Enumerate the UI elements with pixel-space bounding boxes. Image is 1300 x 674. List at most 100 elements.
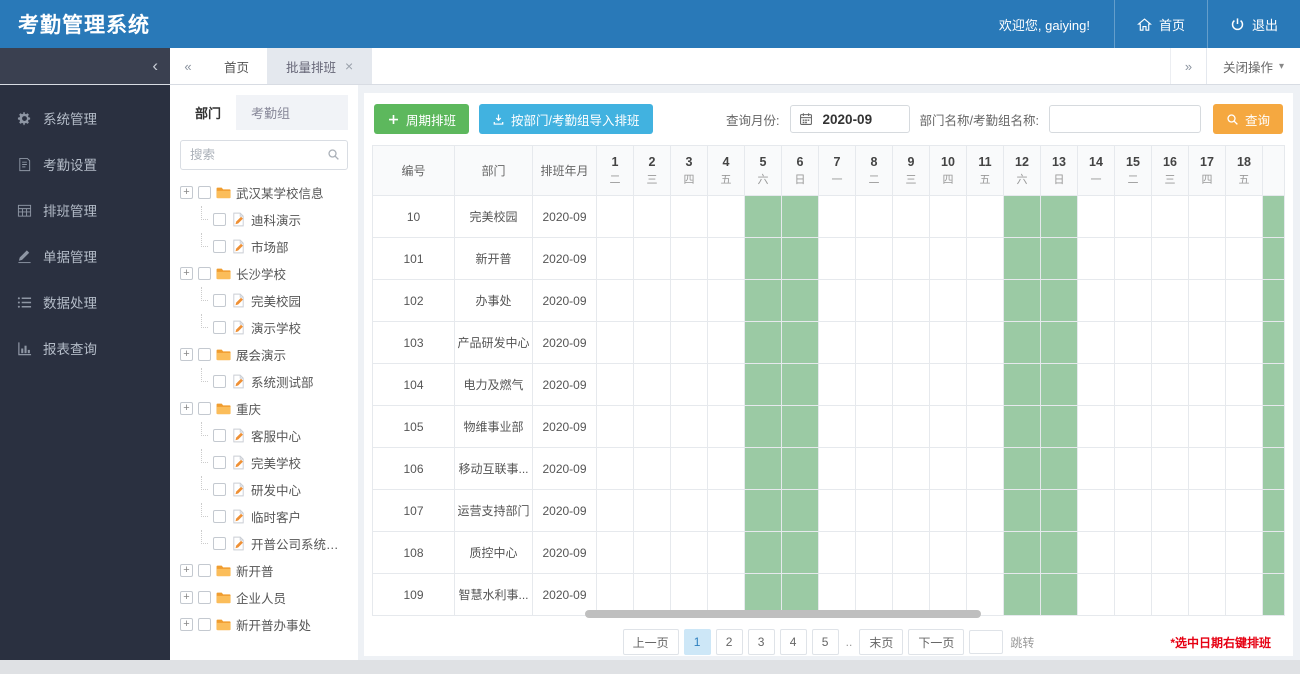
- schedule-cell[interactable]: [1225, 237, 1263, 280]
- schedule-cell[interactable]: [1114, 573, 1152, 616]
- schedule-cell[interactable]: [744, 237, 782, 280]
- schedule-cell[interactable]: [818, 489, 856, 532]
- tree-tab-dept[interactable]: 部门: [180, 95, 237, 130]
- tree-checkbox[interactable]: [213, 375, 226, 388]
- tree-checkbox[interactable]: [213, 483, 226, 496]
- tab-home[interactable]: 首页: [206, 48, 269, 84]
- schedule-cell[interactable]: [633, 321, 671, 364]
- schedule-cell[interactable]: [781, 237, 819, 280]
- schedule-cell[interactable]: [781, 195, 819, 238]
- day-column-header[interactable]: 7一: [818, 145, 856, 196]
- schedule-cell[interactable]: [596, 447, 634, 490]
- tree-checkbox[interactable]: [198, 186, 211, 199]
- schedule-cell[interactable]: [596, 489, 634, 532]
- expand-icon[interactable]: +: [180, 402, 193, 415]
- day-column-header[interactable]: 2三: [633, 145, 671, 196]
- schedule-cell[interactable]: [1114, 405, 1152, 448]
- schedule-cell[interactable]: [929, 531, 967, 574]
- sidebar-collapse-button[interactable]: ‹: [0, 48, 170, 84]
- tree-checkbox[interactable]: [198, 591, 211, 604]
- jump-page-input[interactable]: [969, 630, 1004, 654]
- schedule-cell[interactable]: [1077, 195, 1115, 238]
- schedule-cell[interactable]: [929, 363, 967, 406]
- schedule-cell[interactable]: [818, 363, 856, 406]
- schedule-cell[interactable]: [1003, 363, 1041, 406]
- schedule-cell-partial[interactable]: [1262, 573, 1285, 616]
- schedule-cell[interactable]: [781, 363, 819, 406]
- schedule-cell[interactable]: [707, 363, 745, 406]
- schedule-cell[interactable]: [633, 195, 671, 238]
- schedule-cell[interactable]: [855, 489, 893, 532]
- day-column-header[interactable]: 12 六: [1003, 145, 1041, 196]
- schedule-cell[interactable]: [1151, 195, 1189, 238]
- jump-button[interactable]: 跳转: [1010, 634, 1034, 651]
- schedule-cell[interactable]: [966, 447, 1004, 490]
- schedule-cell[interactable]: [1114, 237, 1152, 280]
- day-column-header[interactable]: 15 二: [1114, 145, 1152, 196]
- schedule-cell[interactable]: [892, 405, 930, 448]
- day-column-header[interactable]: 13 日: [1040, 145, 1078, 196]
- schedule-cell[interactable]: [892, 447, 930, 490]
- sidebar-item-reports[interactable]: 报表查询: [0, 325, 170, 371]
- expand-icon[interactable]: +: [180, 591, 193, 604]
- schedule-cell[interactable]: [966, 195, 1004, 238]
- tree-item[interactable]: + 新开普: [180, 557, 348, 584]
- schedule-cell[interactable]: [1114, 279, 1152, 322]
- tree-item[interactable]: + 长沙学校: [180, 260, 348, 287]
- schedule-cell[interactable]: [1003, 489, 1041, 532]
- schedule-cell[interactable]: [596, 195, 634, 238]
- schedule-cell[interactable]: [1040, 279, 1078, 322]
- day-column-header[interactable]: 8二: [855, 145, 893, 196]
- schedule-cell[interactable]: [855, 531, 893, 574]
- schedule-cell[interactable]: [929, 195, 967, 238]
- schedule-cell[interactable]: [1003, 405, 1041, 448]
- schedule-cell[interactable]: [1188, 405, 1226, 448]
- schedule-cell[interactable]: [929, 279, 967, 322]
- schedule-cell[interactable]: [818, 321, 856, 364]
- schedule-cell[interactable]: [929, 405, 967, 448]
- expand-icon[interactable]: +: [180, 348, 193, 361]
- schedule-cell[interactable]: [892, 321, 930, 364]
- schedule-cell[interactable]: [1151, 405, 1189, 448]
- schedule-cell[interactable]: [1114, 489, 1152, 532]
- schedule-cell[interactable]: [966, 237, 1004, 280]
- schedule-cell[interactable]: [1188, 363, 1226, 406]
- schedule-cell[interactable]: [1077, 405, 1115, 448]
- schedule-cell[interactable]: [1188, 447, 1226, 490]
- expand-icon[interactable]: +: [180, 267, 193, 280]
- schedule-cell[interactable]: [744, 489, 782, 532]
- tree-item[interactable]: 系统测试部: [180, 368, 348, 395]
- tree-item[interactable]: + 重庆: [180, 395, 348, 422]
- schedule-cell[interactable]: [633, 531, 671, 574]
- schedule-cell[interactable]: [1077, 321, 1115, 364]
- schedule-cell-partial[interactable]: [1262, 447, 1285, 490]
- schedule-cell[interactable]: [670, 363, 708, 406]
- schedule-cell[interactable]: [744, 363, 782, 406]
- schedule-cell[interactable]: [1040, 531, 1078, 574]
- schedule-cell[interactable]: [744, 195, 782, 238]
- tree-item[interactable]: + 企业人员: [180, 584, 348, 611]
- sidebar-item-schedule[interactable]: 排班管理: [0, 187, 170, 233]
- schedule-cell[interactable]: [892, 279, 930, 322]
- tree-checkbox[interactable]: [198, 564, 211, 577]
- tree-checkbox[interactable]: [213, 429, 226, 442]
- schedule-cell[interactable]: [1114, 531, 1152, 574]
- schedule-cell[interactable]: [855, 237, 893, 280]
- cycle-schedule-button[interactable]: 周期排班: [374, 104, 470, 134]
- schedule-cell[interactable]: [633, 279, 671, 322]
- schedule-cell[interactable]: [855, 195, 893, 238]
- schedule-cell[interactable]: [1077, 447, 1115, 490]
- schedule-cell[interactable]: [596, 321, 634, 364]
- schedule-cell[interactable]: [1003, 321, 1041, 364]
- tabs-scroll-right-button[interactable]: »: [1169, 48, 1206, 84]
- tree-checkbox[interactable]: [198, 348, 211, 361]
- horizontal-scrollbar[interactable]: [585, 610, 981, 618]
- schedule-cell[interactable]: [744, 321, 782, 364]
- tree-checkbox[interactable]: [213, 510, 226, 523]
- schedule-cell-partial[interactable]: [1262, 279, 1285, 322]
- import-schedule-button[interactable]: 按部门/考勤组导入排班: [479, 104, 653, 134]
- day-column-header[interactable]: 9三: [892, 145, 930, 196]
- schedule-cell[interactable]: [1151, 279, 1189, 322]
- schedule-cell[interactable]: [633, 489, 671, 532]
- schedule-cell-partial[interactable]: [1262, 489, 1285, 532]
